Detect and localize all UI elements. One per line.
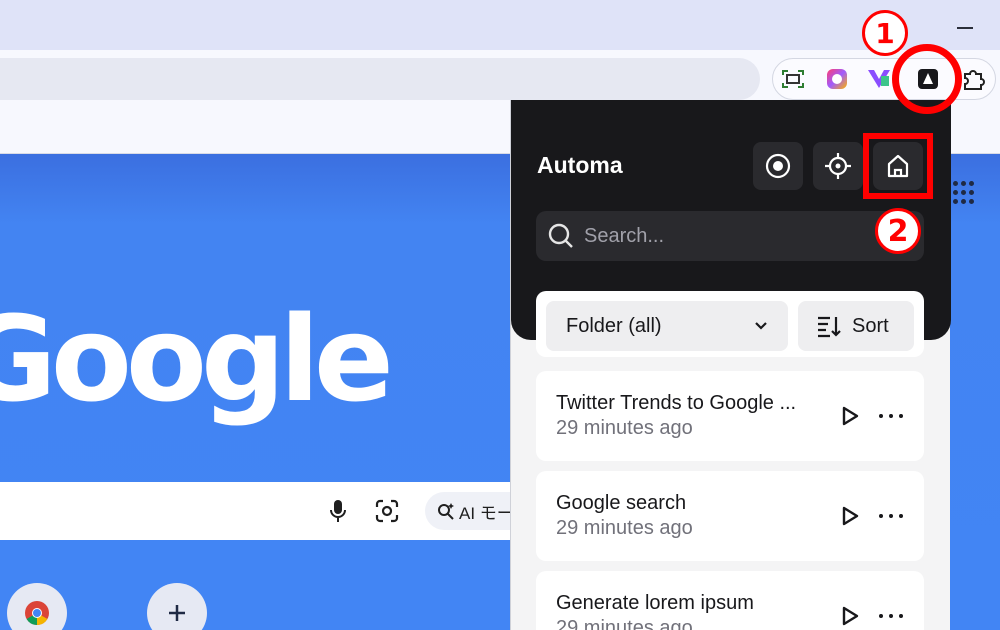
record-button[interactable] — [753, 142, 803, 190]
filter-panel: Folder (all) Sort — [536, 291, 924, 357]
sort-label: Sort — [852, 314, 889, 337]
chrome-icon — [25, 601, 49, 625]
record-icon — [765, 153, 791, 179]
play-icon[interactable] — [838, 604, 862, 628]
crosshair-icon — [825, 153, 851, 179]
workflow-name: Twitter Trends to Google ... — [556, 392, 797, 414]
color-picker-icon[interactable] — [822, 64, 852, 94]
workflow-card[interactable]: Google search 29 minutes ago — [536, 471, 924, 561]
folder-select-value: Folder (all) — [566, 314, 662, 337]
workflow-search[interactable] — [536, 211, 924, 261]
ai-search-icon — [438, 503, 454, 520]
vue-devtools-icon[interactable] — [864, 64, 894, 94]
more-options-icon[interactable] — [876, 604, 906, 628]
microphone-icon[interactable] — [326, 498, 350, 524]
play-icon[interactable] — [838, 404, 862, 428]
workflow-card[interactable]: Generate lorem ipsum 29 minutes ago — [536, 571, 924, 630]
google-apps-icon[interactable] — [953, 181, 977, 205]
address-bar[interactable] — [0, 58, 760, 100]
google-logo: Google — [0, 290, 394, 428]
workflow-time: 29 minutes ago — [556, 417, 693, 439]
search-input[interactable] — [584, 224, 864, 248]
play-icon[interactable] — [838, 504, 862, 528]
workflow-name: Google search — [556, 492, 687, 514]
annotation-badge-1: 1 — [862, 10, 908, 56]
chevron-down-icon — [755, 322, 767, 330]
minimize-button[interactable] — [957, 27, 973, 29]
element-selector-button[interactable] — [813, 142, 863, 190]
workflow-card[interactable]: Twitter Trends to Google ... 29 minutes … — [536, 371, 924, 461]
plus-icon — [169, 605, 185, 621]
more-options-icon[interactable] — [876, 504, 906, 528]
google-lens-icon[interactable] — [374, 498, 400, 524]
annotation-badge-2: 2 — [875, 208, 921, 254]
sort-button[interactable]: Sort — [798, 301, 914, 351]
workflow-name: Generate lorem ipsum — [556, 592, 754, 614]
puzzle-icon[interactable] — [958, 64, 988, 94]
screenshot-icon[interactable] — [778, 64, 808, 94]
more-options-icon[interactable] — [876, 404, 906, 428]
annotation-rectangle — [863, 133, 933, 199]
search-icon — [548, 223, 573, 248]
workflow-time: 29 minutes ago — [556, 617, 693, 630]
tab-strip — [0, 0, 1000, 50]
popup-title: Automa — [537, 152, 623, 178]
folder-select[interactable]: Folder (all) — [546, 301, 788, 351]
workflow-time: 29 minutes ago — [556, 517, 693, 539]
annotation-circle — [892, 44, 962, 114]
sort-icon — [818, 316, 841, 338]
